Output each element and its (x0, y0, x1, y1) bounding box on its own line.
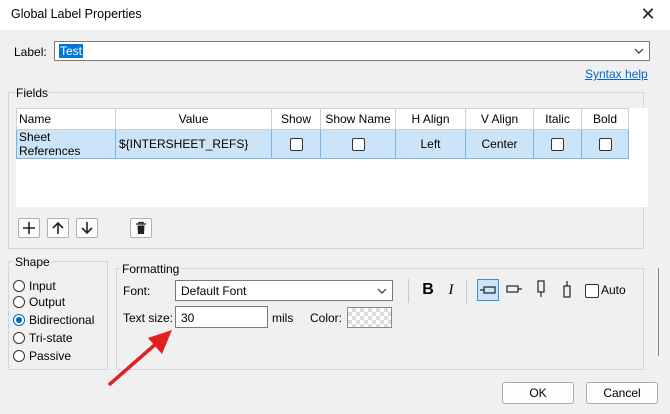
radio-bidirectional-label[interactable]: Bidirectional (29, 313, 94, 327)
fields-table: Name Value Show Show Name H Align V Alig… (16, 108, 629, 159)
move-up-icon (52, 221, 64, 234)
bold-checkbox[interactable] (598, 138, 612, 152)
orient-down-icon (563, 281, 571, 298)
italic-button[interactable]: I (445, 282, 457, 299)
cell-name[interactable]: Sheet References (16, 129, 116, 159)
font-select-value: Default Font (181, 284, 247, 298)
font-label: Font: (123, 284, 151, 298)
cancel-button[interactable]: Cancel (586, 382, 658, 404)
italic-checkbox[interactable] (551, 138, 564, 152)
cell-h-align[interactable]: Left (395, 129, 466, 159)
text-size-input[interactable]: 30 (175, 306, 268, 328)
radio-input[interactable] (13, 280, 25, 292)
close-icon[interactable]: ✕ (637, 4, 659, 26)
move-down-icon (81, 222, 93, 235)
orient-right-button[interactable] (504, 279, 526, 301)
separator (408, 279, 409, 303)
auto-checkbox[interactable] (585, 284, 599, 298)
column-header[interactable]: Value (115, 108, 272, 130)
orient-up-icon (537, 280, 545, 297)
chevron-down-icon[interactable] (632, 43, 646, 59)
add-field-button[interactable] (18, 218, 40, 238)
bold-button[interactable]: B (420, 281, 436, 299)
cell-show[interactable] (271, 129, 321, 159)
syntax-help-link[interactable]: Syntax help (585, 67, 648, 81)
ok-button[interactable]: OK (502, 382, 574, 404)
move-down-button[interactable] (76, 218, 98, 238)
move-up-button[interactable] (47, 218, 69, 238)
table-header-row: Name Value Show Show Name H Align V Alig… (16, 108, 629, 130)
radio-tri-state-label[interactable]: Tri-state (29, 331, 73, 345)
radio-tri-state[interactable] (13, 332, 25, 344)
orient-down-button[interactable] (557, 279, 579, 301)
cell-bold[interactable] (581, 129, 629, 159)
radio-passive[interactable] (13, 350, 25, 362)
color-swatch[interactable] (347, 307, 392, 328)
radio-output-label[interactable]: Output (29, 295, 65, 309)
radio-bidirectional[interactable] (13, 314, 25, 326)
column-header[interactable]: Show Name (320, 108, 396, 130)
color-label: Color: (310, 311, 343, 325)
delete-field-button[interactable] (130, 218, 152, 238)
cell-v-align[interactable]: Center (465, 129, 534, 159)
cell-show-name[interactable] (320, 129, 396, 159)
formatting-group-title: Formatting (121, 262, 181, 276)
separator (466, 279, 467, 303)
orient-left-icon (480, 286, 496, 294)
radio-output[interactable] (13, 296, 25, 308)
background-edge (658, 268, 659, 356)
show-checkbox[interactable] (289, 138, 303, 152)
text-size-unit: mils (272, 311, 294, 325)
red-arrow-annotation (108, 330, 172, 386)
text-size-value: 30 (181, 311, 195, 325)
add-icon (23, 222, 35, 234)
fields-group-title: Fields (15, 86, 50, 100)
cell-value[interactable]: ${INTERSHEET_REFS} (115, 129, 272, 159)
orient-left-button[interactable] (477, 279, 499, 301)
column-header[interactable]: Name (16, 108, 116, 130)
orient-up-button[interactable] (531, 279, 553, 301)
orient-right-icon (506, 285, 522, 293)
auto-label[interactable]: Auto (601, 283, 626, 297)
radio-input-label[interactable]: Input (29, 279, 56, 293)
radio-passive-label[interactable]: Passive (29, 349, 71, 363)
font-select[interactable]: Default Font (175, 280, 393, 301)
column-header[interactable]: V Align (465, 108, 534, 130)
table-row[interactable]: Sheet References ${INTERSHEET_REFS} Left… (16, 129, 629, 159)
label-caption: Label: (14, 45, 47, 59)
show-name-checkbox[interactable] (351, 138, 365, 152)
column-header[interactable]: H Align (395, 108, 466, 130)
fields-grid[interactable]: Name Value Show Show Name H Align V Alig… (16, 108, 648, 207)
column-header[interactable]: Italic (533, 108, 582, 130)
delete-icon (136, 221, 146, 234)
label-value[interactable]: Test (59, 44, 84, 58)
chevron-down-icon[interactable] (376, 283, 388, 299)
label-combo[interactable]: Test (54, 41, 650, 61)
column-header[interactable]: Show (271, 108, 321, 130)
window-title: Global Label Properties (11, 7, 142, 21)
cell-italic[interactable] (533, 129, 582, 159)
shape-group-title: Shape (14, 255, 51, 269)
column-header[interactable]: Bold (581, 108, 629, 130)
